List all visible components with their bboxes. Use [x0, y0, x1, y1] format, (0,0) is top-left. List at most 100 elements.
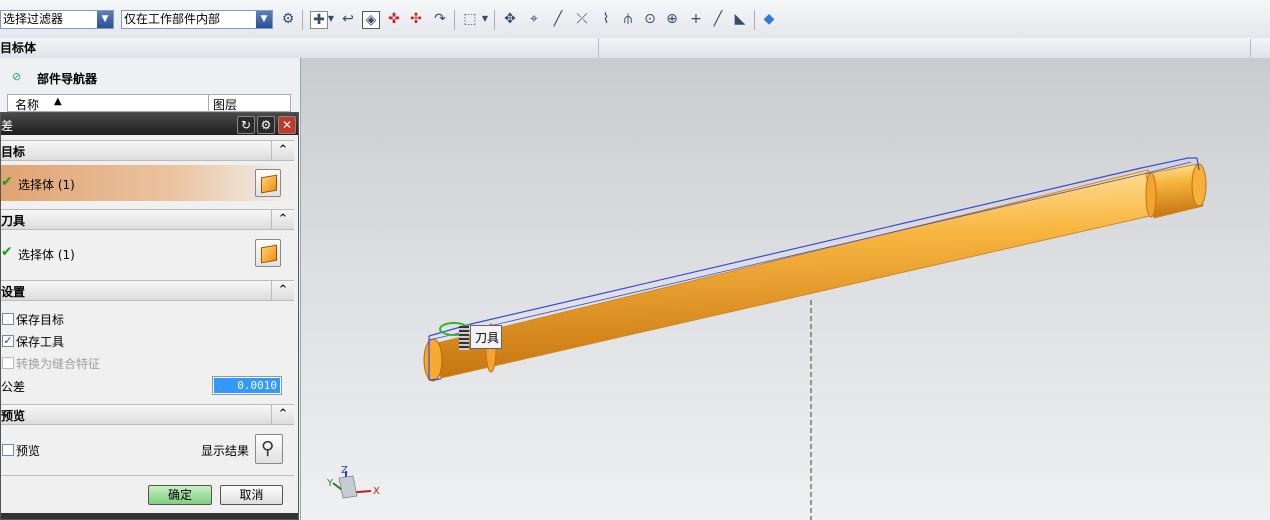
keep-target-label: 保存目标 — [16, 313, 65, 327]
section-tool-title: 刀具 — [1, 214, 26, 228]
filter-reset-icon[interactable]: ⚙ — [280, 11, 296, 27]
selection-prompt: 目标体 — [0, 41, 37, 55]
toolbar-separator — [454, 10, 455, 30]
tool-select-row[interactable]: ✔ 选择体 (1) — [1, 235, 293, 271]
shaft-right-end[interactable] — [1191, 163, 1207, 207]
snap-curve-point-icon[interactable]: ⌇ — [598, 11, 614, 27]
gear-icon[interactable]: ⚙ — [257, 116, 275, 134]
toolbar-separator — [494, 10, 495, 30]
column-layer[interactable]: 图层 — [213, 96, 237, 113]
bar-divider — [1250, 39, 1251, 57]
selection-filter-value: 选择过滤器 — [3, 12, 64, 26]
target-select-row[interactable]: ✔ 选择体 (1) — [1, 165, 293, 201]
tooltip-text: 刀具 — [475, 331, 500, 345]
bar-divider — [598, 38, 599, 58]
section-tool[interactable]: 刀具 ⌃ — [1, 209, 294, 230]
navigator-icon: ⊘ — [12, 70, 22, 83]
cube-view-icon[interactable]: ◆ — [761, 11, 777, 27]
selection-scope-value: 仅在工作部件内部 — [124, 12, 221, 26]
keep-tool-checkbox[interactable]: ✓ — [2, 335, 14, 347]
snap-tangent-icon[interactable]: ⫛ — [620, 11, 636, 27]
axis-y-label: Y — [327, 478, 334, 489]
snap-center-icon[interactable]: ⊙ — [642, 11, 658, 27]
snap-line-icon[interactable]: ╱ — [550, 11, 566, 27]
column-name[interactable]: 名称 — [15, 96, 39, 113]
section-target-title: 目标 — [1, 145, 26, 159]
chevron-down-icon[interactable]: ▼ — [256, 11, 272, 28]
selection-tooltip: 刀具 — [459, 325, 502, 350]
keep-tool-label: 保存工具 — [16, 335, 65, 349]
snap-point-icon[interactable]: ✚ — [310, 11, 328, 29]
chevron-up-icon[interactable]: ⌃ — [271, 210, 294, 229]
chevron-up-icon[interactable]: ⌃ — [271, 141, 294, 160]
section-settings-title: 设置 — [1, 285, 26, 299]
keep-target-checkbox[interactable] — [2, 313, 14, 325]
dialog-bottom-border — [1, 513, 298, 519]
close-icon[interactable]: ✕ — [278, 116, 296, 134]
shaft-left-end[interactable] — [423, 338, 443, 382]
snap-existing-point-icon[interactable]: + — [688, 11, 704, 27]
navigator-column-header: 名称 ▲ 图层 — [7, 94, 291, 112]
shaft-body[interactable] — [428, 169, 1159, 379]
select-tool-body-button[interactable] — [255, 239, 281, 267]
snap-quadrant-icon[interactable]: ⊕ — [664, 11, 680, 27]
select-target-body-button[interactable] — [255, 169, 281, 197]
select-face-icon[interactable]: ✜ — [386, 11, 402, 27]
cube-icon — [261, 244, 277, 264]
tolerance-field[interactable]: 0.0010 — [212, 376, 282, 395]
navigator-title: 部件导航器 — [37, 72, 98, 86]
select-edge-icon[interactable]: ✣ — [408, 11, 424, 27]
section-preview[interactable]: 预览 ⌃ — [1, 404, 294, 425]
section-target[interactable]: 目标 ⌃ — [1, 140, 294, 161]
section-preview-title: 预览 — [1, 409, 26, 423]
button-separator — [1, 475, 294, 476]
wcs-triad-icon — [332, 471, 372, 499]
snap-intersection-icon[interactable]: ⤫ — [574, 11, 590, 27]
model-canvas[interactable] — [301, 58, 1270, 520]
convert-sew-label: 转换为缝合特征 — [16, 357, 101, 371]
chevron-up-icon[interactable]: ⌃ — [271, 405, 294, 424]
preview-label: 预览 — [16, 444, 41, 458]
chevron-down-icon[interactable]: ▼ — [97, 11, 113, 28]
column-divider[interactable] — [208, 95, 209, 111]
tolerance-value: 0.0010 — [214, 378, 280, 393]
snap-endpoint-icon[interactable]: ✥ — [502, 11, 518, 27]
toolbar-separator — [302, 10, 303, 30]
refresh-icon[interactable]: ↻ — [237, 116, 255, 134]
cube-icon — [261, 174, 277, 194]
subtract-dialog: 差 ↻ ⚙ ✕ 目标 ⌃ ✔ 选择体 (1) 刀具 ⌃ ✔ 选择体 (1) 设置… — [0, 112, 299, 520]
convert-sew-checkbox — [2, 357, 14, 369]
show-result-button[interactable]: ⚲ — [255, 434, 283, 464]
tooltip-grip — [459, 326, 469, 350]
snap-on-face-icon[interactable]: ◣ — [732, 11, 748, 27]
magnifier-icon: ⚲ — [261, 438, 275, 459]
undo-icon[interactable]: ↩ — [340, 11, 356, 27]
cancel-button[interactable]: 取消 — [220, 485, 283, 505]
axis-x-label: X — [373, 486, 380, 497]
axis-z-label: Z — [341, 465, 348, 476]
snap-on-curve-icon[interactable]: ╱ — [710, 11, 726, 27]
chevron-down-icon[interactable]: ▼ — [327, 11, 335, 27]
rectangle-select-icon[interactable]: ⬚ — [462, 11, 478, 27]
section-settings[interactable]: 设置 ⌃ — [1, 280, 294, 301]
graphics-viewport[interactable]: Z Y X — [301, 58, 1270, 520]
check-icon: ✔ — [1, 174, 13, 190]
toolbar-separator — [754, 10, 755, 30]
shaft-shoulder[interactable] — [1145, 172, 1157, 218]
select-body-icon[interactable]: ◈ — [362, 11, 380, 29]
chevron-up-icon[interactable]: ⌃ — [271, 281, 294, 300]
chevron-down-icon[interactable]: ▼ — [481, 11, 489, 27]
dialog-titlebar[interactable]: 差 ↻ ⚙ ✕ — [1, 113, 298, 135]
snap-midpoint-icon[interactable]: ⌖ — [526, 11, 542, 27]
selection-filter-combo[interactable]: 选择过滤器 ▼ — [0, 10, 114, 29]
check-icon: ✔ — [1, 244, 13, 260]
selection-scope-combo[interactable]: 仅在工作部件内部 ▼ — [121, 10, 273, 29]
tool-select-label: 选择体 (1) — [18, 248, 75, 262]
dialog-title: 差 — [1, 119, 14, 133]
select-curve-icon[interactable]: ↷ — [432, 11, 448, 27]
show-result-label: 显示结果 — [201, 444, 250, 458]
preview-checkbox[interactable] — [2, 444, 14, 456]
ok-button[interactable]: 确定 — [148, 485, 212, 505]
sort-up-icon[interactable]: ▲ — [54, 96, 62, 107]
tool-wire-edge — [428, 157, 1197, 337]
